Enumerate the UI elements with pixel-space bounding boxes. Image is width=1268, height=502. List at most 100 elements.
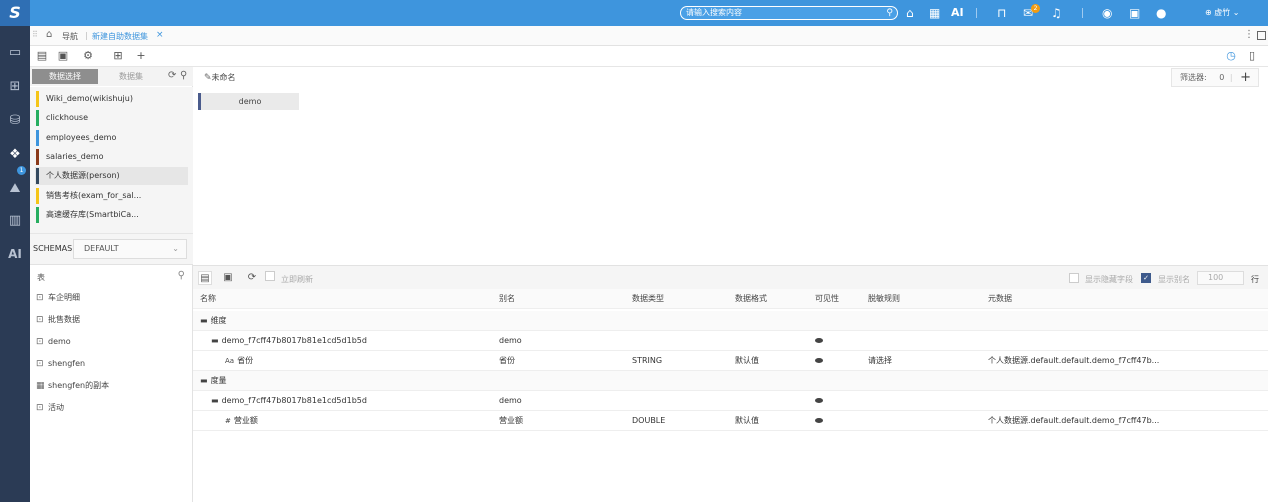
folder-row[interactable]: ▬ demo_f7cff47b8017b81e1cd5d1b5d demo [193,391,1268,411]
refresh-checkbox[interactable] [265,271,275,281]
table-item[interactable]: ⊡ 批售数据 [36,311,80,329]
drag-handle-icon[interactable]: ⠿ [32,30,38,39]
tab-active[interactable]: 新建自助数据集 [92,31,148,42]
show-hidden-checkbox[interactable] [1069,273,1079,283]
table-item[interactable]: ▦ shengfen的副本 [36,377,109,395]
fields-view-icon[interactable]: ▤ [198,271,212,285]
field-row[interactable]: # 营业额 营业额 DOUBLE 默认值 个人数据源.default.default.de… [193,411,1268,431]
tab-dataset[interactable]: 数据集 [98,69,164,84]
skin-icon[interactable]: ◉ [1102,5,1112,21]
add-icon[interactable]: + [134,49,148,63]
folder-row[interactable]: ▬ demo_f7cff47b8017b81e1cd5d1b5d demo [193,331,1268,351]
schema-select[interactable]: DEFAULT ⌄ [73,239,187,259]
nav-home-icon[interactable]: ⌂ [46,29,52,40]
bell-icon[interactable]: ♫ [1051,5,1062,21]
data-source-item[interactable]: 高速缓存库(SmartbiCa... [35,206,188,224]
monitor-icon[interactable]: ▭ [5,44,25,62]
dataset-name-text: 未命名 [211,73,236,82]
tab-nav[interactable]: 导航 [62,31,78,42]
view-icon: ⊡ [36,337,44,347]
visibility-toggle[interactable] [815,331,823,351]
global-search-input[interactable]: 请输入搜索内容 ⚲ [680,6,898,20]
search-icon[interactable]: ⚲ [178,270,185,281]
save-icon[interactable]: ▤ [35,49,49,63]
col-name[interactable]: 名称 [200,289,216,309]
refresh-icon[interactable]: ⟳ [245,271,259,285]
table-item-label: 车企明细 [48,293,80,302]
table-node[interactable]: demo [198,93,299,110]
refresh-icon[interactable]: ⟳ [168,70,176,81]
col-alias[interactable]: 别名 [499,289,515,309]
source-color-bar [36,110,39,127]
settings-dropdown-icon[interactable]: ⚙ [81,49,95,63]
report-icon[interactable]: ▦ [929,5,940,21]
show-alias-checkbox[interactable]: ✓ [1141,273,1151,283]
col-mask[interactable]: 脱敏规则 [868,289,900,309]
col-meta[interactable]: 元数据 [988,289,1012,309]
clock-icon[interactable]: ◷ [1224,49,1238,63]
add-filter-icon[interactable]: + [1240,69,1251,86]
apps-icon[interactable]: ⊞ [5,78,25,96]
col-visible[interactable]: 可见性 [815,289,839,309]
analysis-icon[interactable]: ⛰ [5,180,25,198]
tab-data-select[interactable]: 数据选择 [32,69,98,84]
data-source-item[interactable]: Wiki_demo(wikishuju) [35,90,188,108]
user-icon[interactable]: ● [1156,5,1166,21]
cell-name-text: demo_f7cff47b8017b81e1cd5d1b5d [221,336,367,345]
table-item[interactable]: ⊡ 活动 [36,399,64,417]
col-format[interactable]: 数据格式 [735,289,767,309]
window-icon[interactable] [1257,31,1266,40]
rows-input[interactable]: 100 [1197,271,1244,285]
visibility-toggle[interactable] [815,411,823,431]
save-as-icon[interactable]: ▣ [56,49,70,63]
panel-icon[interactable]: ▯ [1245,49,1259,63]
more-icon[interactable]: ⋮ [1244,29,1254,40]
data-source-item[interactable]: 个人数据源(person) [35,167,188,186]
data-source-item[interactable]: 销售考核(exam_for_sal... [35,187,188,205]
data-source-item[interactable]: salaries_demo [35,148,188,166]
data-source-item[interactable]: employees_demo [35,129,188,147]
table-item[interactable]: ⊡ demo [36,333,71,351]
app-logo[interactable]: S [0,0,30,26]
table-item-label: shengfen [48,359,86,368]
show-hidden-label: 显示隐藏字段 [1085,275,1133,284]
source-color-bar [36,129,39,146]
col-type[interactable]: 数据类型 [632,289,664,309]
visibility-toggle[interactable] [815,391,823,411]
calendar-icon[interactable]: ▣ [1129,5,1140,21]
cell-mask[interactable]: 请选择 [868,351,892,371]
field-row[interactable]: Aa 省份 省份 STRING 默认值 请选择 个人数据源.default.default.… [193,351,1268,371]
relation-canvas: ✎未命名 筛选器: 0 | + demo [193,67,1268,265]
filter-box[interactable]: 筛选器: 0 | + [1171,68,1259,87]
home-icon[interactable]: ⌂ [906,5,914,21]
group-row[interactable]: ▬ 维度 [193,311,1268,331]
chart-icon[interactable]: ▥ [5,212,25,230]
search-icon[interactable]: ⚲ [886,7,893,19]
data-source-item[interactable]: clickhouse [35,109,188,127]
number-icon: # [225,417,231,425]
user-avatar-icon: ⊕ [1205,8,1215,17]
user-name: 虚竹 [1214,8,1231,17]
user-menu[interactable]: ⊕ 虚竹 ⌄ [1205,7,1240,18]
search-icon[interactable]: ⚲ [180,70,187,81]
cell-format[interactable]: 默认值 [735,351,759,371]
ai-button[interactable]: AI [951,5,964,21]
cell-format[interactable]: 默认值 [735,411,759,431]
view-icon: ⊡ [36,293,44,303]
table-item[interactable]: ⊡ 车企明细 [36,289,80,307]
database-icon[interactable]: ⛁ [5,112,25,130]
table-icon[interactable]: ⊞ [111,49,125,63]
dataset-name[interactable]: ✎未命名 [204,72,236,83]
dataset-icon[interactable]: ❖ [5,146,25,164]
cell-type: DOUBLE [632,416,666,425]
group-row[interactable]: ▬ 度量 [193,371,1268,391]
table-item[interactable]: ⊡ shengfen [36,355,85,373]
data-source-label: 个人数据源(person) [46,171,120,181]
visibility-toggle[interactable] [815,351,823,371]
text-type-icon: Aa [225,357,235,365]
lock-icon[interactable]: ⊓ [997,5,1006,21]
table-icon: ▦ [36,381,45,391]
close-icon[interactable]: × [156,30,164,40]
ai-nav-item[interactable]: AI [5,245,25,263]
data-preview-icon[interactable]: ▣ [221,271,235,285]
